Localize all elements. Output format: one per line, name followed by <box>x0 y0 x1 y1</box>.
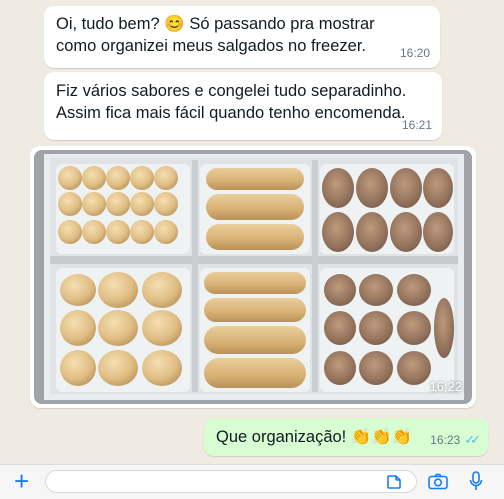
incoming-message-2[interactable]: Fiz vários sabores e congelei tudo separ… <box>44 72 442 140</box>
incoming-photo-message[interactable]: 16:22 <box>30 146 476 408</box>
photo-time: 16:22 <box>429 379 462 394</box>
camera-icon[interactable] <box>428 473 448 490</box>
microphone-icon[interactable] <box>469 471 483 491</box>
bag-balls-top <box>56 164 190 254</box>
message-time: 16:21 <box>401 118 432 132</box>
read-receipt-icon: ✓✓ <box>464 432 481 447</box>
freezer-image <box>34 150 472 404</box>
message-time: 16:23 <box>430 433 461 447</box>
message-text: Fiz vários sabores e congelei tudo separ… <box>56 82 407 122</box>
message-text: Oi, tudo bem? 😊 Só passando pra mostrar … <box>56 15 375 55</box>
message-input-bar: + <box>0 464 504 499</box>
message-time: 16:20 <box>399 46 430 60</box>
freezer-photo[interactable]: 16:22 <box>34 150 472 404</box>
outgoing-message[interactable]: Que organização! 👏👏👏 16:23 ✓✓ <box>204 418 488 456</box>
incoming-message-1[interactable]: Oi, tudo bem? 😊 Só passando pra mostrar … <box>44 6 440 68</box>
sticker-icon[interactable] <box>386 474 402 490</box>
message-input[interactable] <box>45 470 417 493</box>
plus-icon[interactable]: + <box>14 467 29 495</box>
